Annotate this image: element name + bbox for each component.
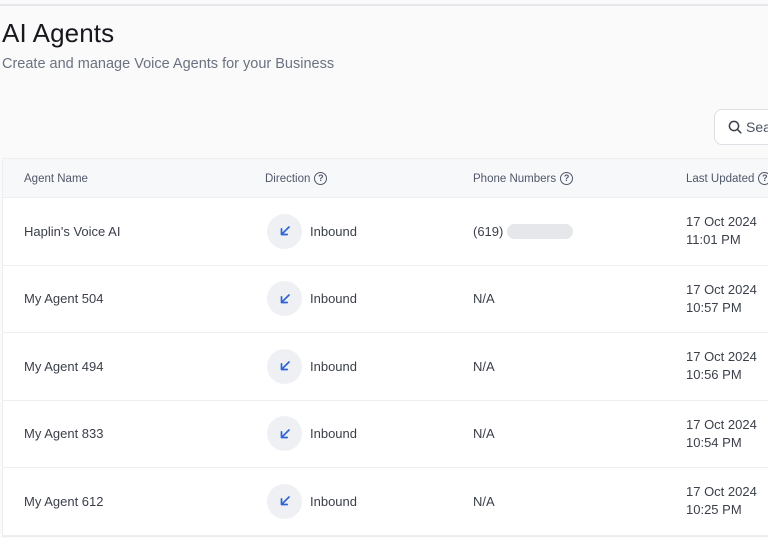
column-label: Last Updated [686,172,755,185]
phone-number: N/A [473,358,495,374]
direction-cell: Inbound [267,333,357,400]
agent-name-cell: My Agent 833 [24,401,104,468]
ai-agents-page: AI Agents Create and manage Voice Agents… [0,0,768,538]
table-body: Haplin's Voice AI Inbound (619) 17 Oct 2024… [3,198,768,536]
phone-number-cell: N/A [473,333,495,400]
last-updated-cell: 17 Oct 2024 11:01 PM [686,198,757,265]
page-title: AI Agents [2,18,115,48]
agent-name: Haplin's Voice AI [24,223,121,239]
inbound-direction-badge [267,213,302,249]
table-row[interactable]: My Agent 504 Inbound N/A 17 Oct 2024 10:57 P… [3,266,768,333]
redacted-phone-digits [507,223,574,239]
last-updated-cell: 17 Oct 2024 10:54 PM [686,401,757,468]
updated-time: 10:25 PM [686,502,742,518]
phone-number-cell: N/A [473,401,495,468]
column-header-last-updated[interactable]: Last Updated ? [686,159,768,198]
direction-label: Inbound [310,426,357,442]
column-label: Agent Name [24,172,88,185]
updated-time: 10:56 PM [686,367,742,383]
direction-cell: Inbound [267,198,357,265]
search-placeholder: Sear [746,119,768,135]
agent-name: My Agent 833 [24,426,104,442]
agent-name: My Agent 494 [24,358,104,374]
updated-time: 10:54 PM [686,434,742,450]
table-row[interactable]: My Agent 494 Inbound N/A 17 Oct 2024 10:56 P… [3,333,768,401]
inbound-arrow-icon [280,361,290,371]
updated-date: 17 Oct 2024 [686,214,757,230]
inbound-direction-badge [267,281,302,317]
updated-date: 17 Oct 2024 [686,349,757,365]
agents-table: Agent Name Direction ? Phone Numbers ? L… [2,158,768,537]
phone-number: N/A [473,493,495,509]
help-icon[interactable]: ? [560,172,574,185]
phone-number: N/A [473,426,495,442]
inbound-arrow-icon [280,496,290,506]
column-header-phone-numbers[interactable]: Phone Numbers ? [473,159,574,198]
last-updated-cell: 17 Oct 2024 10:57 PM [686,266,757,333]
inbound-arrow-icon [280,428,290,439]
agent-name: My Agent 612 [24,493,104,509]
agent-name-cell: My Agent 494 [24,333,104,400]
phone-number-cell: N/A [473,266,495,333]
top-divider [0,4,768,6]
agent-name-cell: My Agent 612 [24,468,104,535]
column-header-direction[interactable]: Direction ? [265,159,328,198]
inbound-direction-badge [267,416,302,452]
direction-cell: Inbound [267,401,357,468]
table-header: Agent Name Direction ? Phone Numbers ? L… [3,159,768,198]
phone-number: N/A [473,291,495,307]
updated-date: 17 Oct 2024 [686,484,757,500]
search-input[interactable]: Sear [714,109,768,145]
direction-cell: Inbound [267,266,357,333]
column-header-agent-name[interactable]: Agent Name [24,159,88,198]
agent-name-cell: Haplin's Voice AI [24,198,120,265]
help-icon[interactable]: ? [314,172,328,185]
table-row[interactable]: My Agent 833 Inbound N/A 17 Oct 2024 10:54 P… [3,401,768,468]
last-updated-cell: 17 Oct 2024 10:25 PM [686,468,757,535]
agent-name: My Agent 504 [24,291,104,307]
agent-name-cell: My Agent 504 [24,266,104,333]
direction-label: Inbound [310,291,357,307]
help-icon[interactable]: ? [758,172,768,185]
phone-number-cell: (619) [473,198,574,265]
direction-label: Inbound [310,358,357,374]
last-updated-cell: 17 Oct 2024 10:56 PM [686,333,757,400]
inbound-arrow-icon [280,293,290,304]
inbound-arrow-icon [280,226,290,236]
inbound-direction-badge [267,348,302,384]
updated-time: 11:01 PM [686,232,741,248]
direction-cell: Inbound [267,468,357,535]
search-icon [728,120,742,134]
phone-number: (619) [473,223,504,239]
table-row[interactable]: My Agent 612 Inbound N/A 17 Oct 2024 10:25 P… [3,468,768,536]
phone-number-cell: N/A [473,468,495,535]
direction-label: Inbound [310,493,357,509]
column-label: Phone Numbers [473,172,557,185]
table-row[interactable]: Haplin's Voice AI Inbound (619) 17 Oct 2024… [3,198,768,266]
column-label: Direction [265,172,311,185]
updated-date: 17 Oct 2024 [686,281,757,297]
updated-time: 10:57 PM [686,299,742,315]
inbound-direction-badge [267,483,302,519]
direction-label: Inbound [310,223,357,239]
updated-date: 17 Oct 2024 [686,416,757,432]
page-subtitle: Create and manage Voice Agents for your … [2,56,335,72]
